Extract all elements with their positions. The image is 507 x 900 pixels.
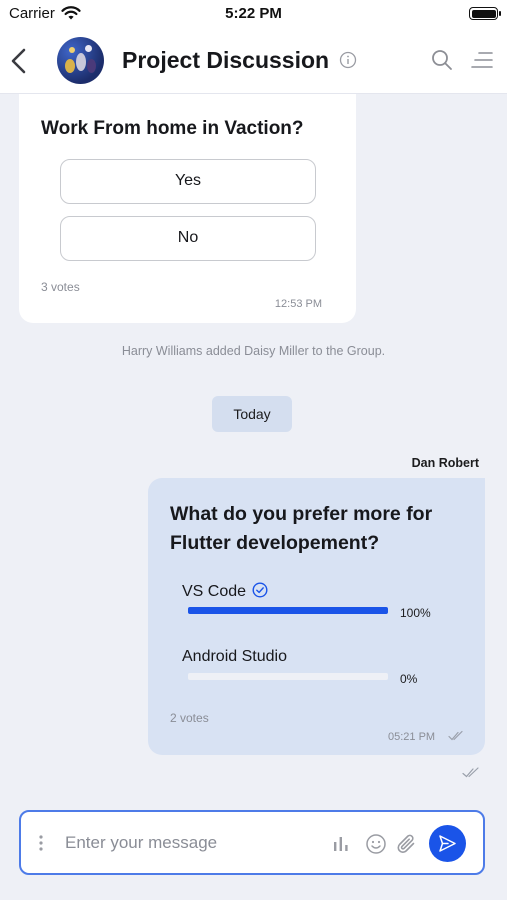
send-button[interactable]: [429, 825, 466, 862]
group-title[interactable]: Project Discussion: [122, 47, 329, 74]
group-avatar[interactable]: [57, 37, 104, 84]
outgoing-poll-card: What do you prefer more for Flutter deve…: [148, 478, 485, 755]
poll-progress-fill: [188, 607, 388, 614]
back-icon[interactable]: [8, 47, 30, 75]
system-message: Harry Williams added Daisy Miller to the…: [121, 344, 386, 358]
message-list[interactable]: Work From home in Vaction? Yes No 3 vote…: [0, 94, 507, 796]
poll-icon[interactable]: [332, 835, 350, 853]
poll-option-label: VS Code: [182, 583, 247, 600]
poll-option-android-studio[interactable]: Android Studio: [182, 648, 287, 666]
vote-count: 2 votes: [170, 711, 209, 725]
poll-progress-bar: [188, 607, 388, 614]
battery-icon: [469, 7, 501, 20]
poll-percent: 0%: [400, 672, 418, 686]
chat-header: Project Discussion: [0, 28, 507, 94]
poll-question: Work From home in Vaction?: [41, 118, 304, 139]
status-bar: Carrier 5:22 PM: [0, 0, 507, 28]
emoji-icon[interactable]: [365, 833, 387, 855]
incoming-poll-card: Work From home in Vaction? Yes No 3 vote…: [19, 94, 356, 323]
info-icon[interactable]: [339, 51, 357, 69]
more-dots-icon[interactable]: [38, 834, 44, 852]
vote-count: 3 votes: [41, 280, 80, 294]
double-check-icon: [462, 767, 479, 778]
double-check-icon: [448, 730, 463, 741]
poll-question: What do you prefer more for Flutter deve…: [170, 503, 433, 554]
menu-icon[interactable]: [470, 51, 494, 69]
attach-icon[interactable]: [395, 832, 419, 856]
poll-option-label: Android Studio: [182, 648, 287, 665]
message-composer: [19, 810, 485, 875]
poll-option-vs-code[interactable]: VS Code: [182, 582, 268, 601]
message-time: 12:53 PM: [274, 298, 322, 310]
poll-progress-bar: [188, 673, 388, 680]
clock: 5:22 PM: [225, 5, 282, 22]
poll-percent: 100%: [400, 606, 431, 620]
message-input[interactable]: [65, 824, 315, 862]
sender-name: Dan Robert: [411, 456, 479, 470]
poll-option-yes[interactable]: Yes: [60, 159, 316, 204]
date-separator: Today: [212, 396, 292, 432]
send-icon: [439, 835, 456, 852]
message-time: 05:21 PM: [388, 731, 436, 743]
check-circle-icon: [252, 582, 268, 598]
poll-option-no[interactable]: No: [60, 216, 316, 261]
search-icon[interactable]: [430, 48, 454, 72]
